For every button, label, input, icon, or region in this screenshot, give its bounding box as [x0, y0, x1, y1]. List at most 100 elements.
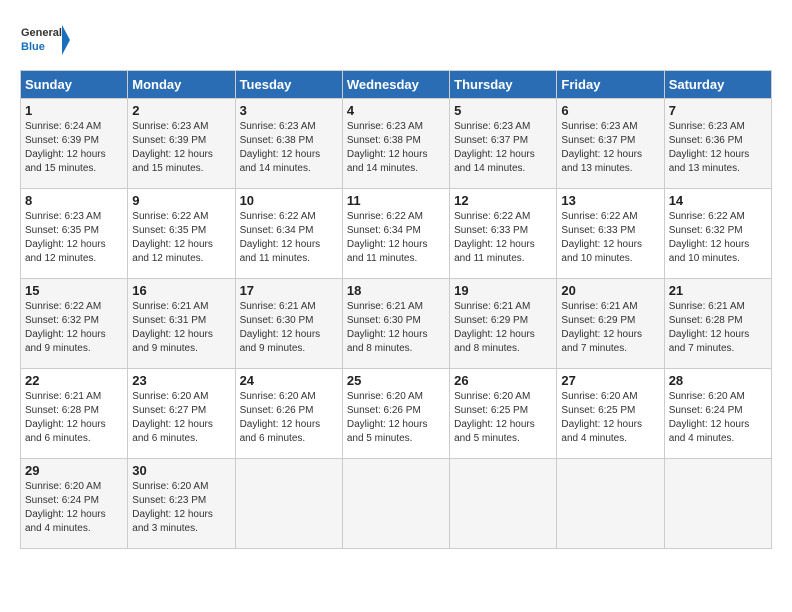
day-info: Sunrise: 6:20 AMSunset: 6:24 PMDaylight:…: [669, 390, 767, 446]
day-number: 24: [240, 373, 338, 388]
svg-text:General: General: [21, 27, 62, 39]
day-info: Sunrise: 6:20 AMSunset: 6:25 PMDaylight:…: [454, 390, 552, 446]
cell-week2-col5: 13 Sunrise: 6:22 AMSunset: 6:33 PMDayligh…: [557, 189, 664, 279]
day-info: Sunrise: 6:21 AMSunset: 6:28 PMDaylight:…: [669, 300, 767, 356]
day-info: Sunrise: 6:21 AMSunset: 6:29 PMDaylight:…: [561, 300, 659, 356]
cell-week4-col2: 24 Sunrise: 6:20 AMSunset: 6:26 PMDayligh…: [235, 369, 342, 459]
cell-week4-col4: 26 Sunrise: 6:20 AMSunset: 6:25 PMDayligh…: [450, 369, 557, 459]
day-number: 11: [347, 193, 445, 208]
day-number: 26: [454, 373, 552, 388]
day-number: 3: [240, 103, 338, 118]
header-row: SundayMondayTuesdayWednesdayThursdayFrid…: [21, 71, 772, 99]
day-info: Sunrise: 6:22 AMSunset: 6:34 PMDaylight:…: [347, 210, 445, 266]
day-number: 23: [132, 373, 230, 388]
cell-week1-day6: 7 Sunrise: 6:23 AMSunset: 6:36 PMDaylight…: [664, 99, 771, 189]
day-number: 4: [347, 103, 445, 118]
cell-week1-day4: 5 Sunrise: 6:23 AMSunset: 6:37 PMDaylight…: [450, 99, 557, 189]
page-header: General Blue: [20, 20, 772, 60]
day-info: Sunrise: 6:23 AMSunset: 6:39 PMDaylight:…: [132, 120, 230, 176]
day-number: 6: [561, 103, 659, 118]
day-number: 18: [347, 283, 445, 298]
header-monday: Monday: [128, 71, 235, 99]
day-info: Sunrise: 6:20 AMSunset: 6:26 PMDaylight:…: [240, 390, 338, 446]
header-sunday: Sunday: [21, 71, 128, 99]
day-info: Sunrise: 6:23 AMSunset: 6:38 PMDaylight:…: [347, 120, 445, 176]
day-number: 14: [669, 193, 767, 208]
logo-svg: General Blue: [20, 20, 70, 60]
day-number: 9: [132, 193, 230, 208]
day-info: Sunrise: 6:23 AMSunset: 6:35 PMDaylight:…: [25, 210, 123, 266]
day-info: Sunrise: 6:20 AMSunset: 6:27 PMDaylight:…: [132, 390, 230, 446]
cell-week3-col0: 15Sunrise: 6:22 AMSunset: 6:32 PMDayligh…: [21, 279, 128, 369]
day-number: 17: [240, 283, 338, 298]
cell-week5-col6: [664, 459, 771, 549]
cell-week5-col0: 29 Sunrise: 6:20 AMSunset: 6:24 PMDayligh…: [21, 459, 128, 549]
day-info: Sunrise: 6:21 AMSunset: 6:31 PMDaylight:…: [132, 300, 230, 356]
week-row-4: 22 Sunrise: 6:21 AMSunset: 6:28 PMDayligh…: [21, 369, 772, 459]
day-info: Sunrise: 6:20 AMSunset: 6:26 PMDaylight:…: [347, 390, 445, 446]
cell-week5-col3: [342, 459, 449, 549]
cell-week4-col0: 22 Sunrise: 6:21 AMSunset: 6:28 PMDayligh…: [21, 369, 128, 459]
day-number: 16: [132, 283, 230, 298]
day-number: 5: [454, 103, 552, 118]
day-number: 29: [25, 463, 123, 478]
day-info: Sunrise: 6:21 AMSunset: 6:29 PMDaylight:…: [454, 300, 552, 356]
cell-week1-day3: 4 Sunrise: 6:23 AMSunset: 6:38 PMDaylight…: [342, 99, 449, 189]
day-number: 25: [347, 373, 445, 388]
cell-week2-col6: 14 Sunrise: 6:22 AMSunset: 6:32 PMDayligh…: [664, 189, 771, 279]
day-info: Sunrise: 6:22 AMSunset: 6:32 PMDaylight:…: [25, 300, 123, 356]
cell-week3-col1: 16 Sunrise: 6:21 AMSunset: 6:31 PMDayligh…: [128, 279, 235, 369]
header-tuesday: Tuesday: [235, 71, 342, 99]
cell-week3-col4: 19Sunrise: 6:21 AMSunset: 6:29 PMDayligh…: [450, 279, 557, 369]
day-number: 28: [669, 373, 767, 388]
cell-week2-col1: 9 Sunrise: 6:22 AMSunset: 6:35 PMDaylight…: [128, 189, 235, 279]
day-number: 21: [669, 283, 767, 298]
cell-week5-col4: [450, 459, 557, 549]
day-number: 2: [132, 103, 230, 118]
day-info: Sunrise: 6:21 AMSunset: 6:30 PMDaylight:…: [240, 300, 338, 356]
calendar-table: SundayMondayTuesdayWednesdayThursdayFrid…: [20, 70, 772, 549]
cell-week4-col6: 28 Sunrise: 6:20 AMSunset: 6:24 PMDayligh…: [664, 369, 771, 459]
cell-week1-day2: 3 Sunrise: 6:23 AMSunset: 6:38 PMDaylight…: [235, 99, 342, 189]
day-info: Sunrise: 6:22 AMSunset: 6:32 PMDaylight:…: [669, 210, 767, 266]
header-friday: Friday: [557, 71, 664, 99]
cell-week5-col5: [557, 459, 664, 549]
logo: General Blue: [20, 20, 70, 60]
day-number: 22: [25, 373, 123, 388]
svg-text:Blue: Blue: [21, 41, 45, 53]
week-row-3: 15Sunrise: 6:22 AMSunset: 6:32 PMDayligh…: [21, 279, 772, 369]
day-info: Sunrise: 6:22 AMSunset: 6:33 PMDaylight:…: [561, 210, 659, 266]
week-row-5: 29 Sunrise: 6:20 AMSunset: 6:24 PMDayligh…: [21, 459, 772, 549]
cell-week1-day0: 1Sunrise: 6:24 AMSunset: 6:39 PMDaylight…: [21, 99, 128, 189]
day-info: Sunrise: 6:23 AMSunset: 6:37 PMDaylight:…: [454, 120, 552, 176]
cell-week5-col1: 30Sunrise: 6:20 AMSunset: 6:23 PMDayligh…: [128, 459, 235, 549]
cell-week2-col3: 11 Sunrise: 6:22 AMSunset: 6:34 PMDayligh…: [342, 189, 449, 279]
header-thursday: Thursday: [450, 71, 557, 99]
week-row-1: 1Sunrise: 6:24 AMSunset: 6:39 PMDaylight…: [21, 99, 772, 189]
day-number: 7: [669, 103, 767, 118]
day-number: 10: [240, 193, 338, 208]
day-number: 1: [25, 103, 123, 118]
day-info: Sunrise: 6:22 AMSunset: 6:35 PMDaylight:…: [132, 210, 230, 266]
day-info: Sunrise: 6:23 AMSunset: 6:37 PMDaylight:…: [561, 120, 659, 176]
cell-week1-day5: 6 Sunrise: 6:23 AMSunset: 6:37 PMDaylight…: [557, 99, 664, 189]
day-info: Sunrise: 6:21 AMSunset: 6:30 PMDaylight:…: [347, 300, 445, 356]
day-number: 20: [561, 283, 659, 298]
cell-week3-col6: 21 Sunrise: 6:21 AMSunset: 6:28 PMDayligh…: [664, 279, 771, 369]
day-info: Sunrise: 6:20 AMSunset: 6:24 PMDaylight:…: [25, 480, 123, 536]
cell-week5-col2: [235, 459, 342, 549]
cell-week2-col2: 10 Sunrise: 6:22 AMSunset: 6:34 PMDayligh…: [235, 189, 342, 279]
cell-week3-col3: 18 Sunrise: 6:21 AMSunset: 6:30 PMDayligh…: [342, 279, 449, 369]
day-info: Sunrise: 6:21 AMSunset: 6:28 PMDaylight:…: [25, 390, 123, 446]
day-number: 12: [454, 193, 552, 208]
day-number: 13: [561, 193, 659, 208]
day-info: Sunrise: 6:20 AMSunset: 6:25 PMDaylight:…: [561, 390, 659, 446]
day-info: Sunrise: 6:23 AMSunset: 6:36 PMDaylight:…: [669, 120, 767, 176]
day-info: Sunrise: 6:22 AMSunset: 6:34 PMDaylight:…: [240, 210, 338, 266]
header-saturday: Saturday: [664, 71, 771, 99]
cell-week1-day1: 2 Sunrise: 6:23 AMSunset: 6:39 PMDaylight…: [128, 99, 235, 189]
day-info: Sunrise: 6:20 AMSunset: 6:23 PMDaylight:…: [132, 480, 230, 536]
cell-week4-col1: 23 Sunrise: 6:20 AMSunset: 6:27 PMDayligh…: [128, 369, 235, 459]
cell-week2-col4: 12Sunrise: 6:22 AMSunset: 6:33 PMDayligh…: [450, 189, 557, 279]
day-info: Sunrise: 6:23 AMSunset: 6:38 PMDaylight:…: [240, 120, 338, 176]
